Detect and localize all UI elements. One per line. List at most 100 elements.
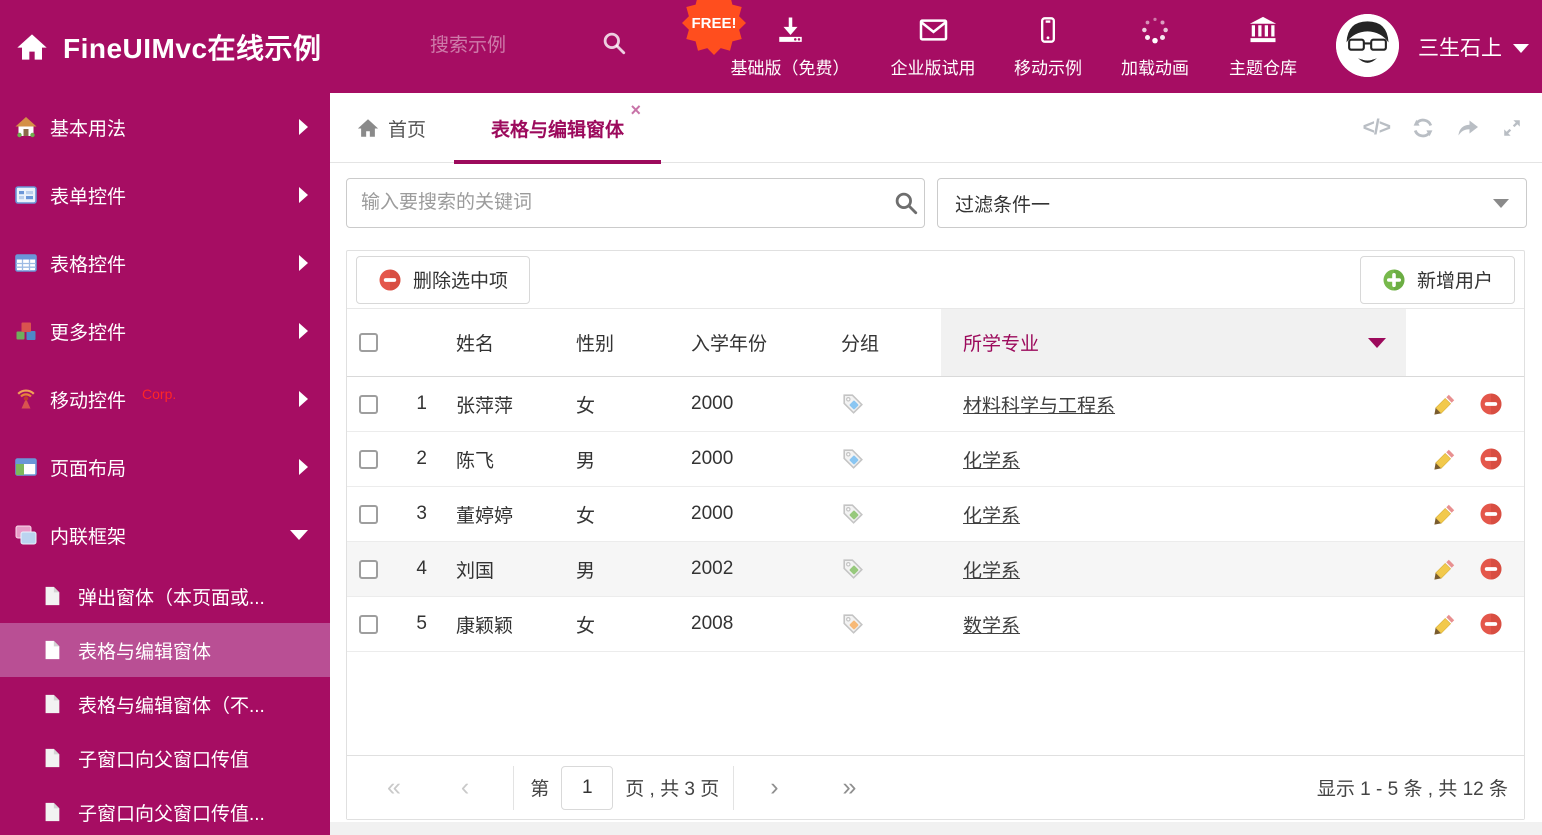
delete-row-icon[interactable] — [1479, 447, 1503, 471]
search-icon[interactable] — [601, 30, 627, 56]
sidebar-subitem-child-to-parent-2[interactable]: 子窗口向父窗口传值... — [0, 785, 330, 835]
row-checkbox[interactable] — [359, 504, 378, 524]
nav-loading-animation[interactable]: 加载动画 — [1121, 15, 1189, 79]
row-index: 5 — [416, 613, 427, 634]
delete-selected-label: 删除选中项 — [413, 271, 509, 292]
record-summary: 显示 1 - 5 条 , 共 12 条 — [1316, 779, 1508, 800]
sidebar-subitem-label: 子窗口向父窗口传值... — [78, 803, 265, 825]
page-number-input[interactable] — [561, 765, 614, 810]
major-link[interactable]: 材料科学与工程系 — [963, 396, 1115, 417]
edit-pencil-icon[interactable] — [1433, 502, 1457, 526]
header-cell-index — [391, 309, 444, 376]
sidebar-item-mobile-controls[interactable]: 移动控件 Corp. — [0, 365, 330, 433]
brand[interactable]: FineUIMvc在线示例 — [16, 0, 322, 93]
chevron-right-icon — [299, 391, 308, 407]
tab-bar: 首页 表格与编辑窗体 × </> — [330, 93, 1542, 164]
envelope-icon — [917, 15, 949, 45]
cell-year: 2000 — [691, 448, 734, 469]
view-source-icon[interactable]: </> — [1363, 116, 1391, 140]
header-cell-group[interactable]: 分组 — [811, 309, 941, 376]
next-page-button[interactable]: › — [770, 775, 778, 800]
edit-pencil-icon[interactable] — [1433, 447, 1457, 471]
add-user-label: 新增用户 — [1416, 271, 1493, 292]
sidebar-item-label: 表格控件 — [50, 254, 127, 276]
last-page-button[interactable]: » — [843, 775, 857, 800]
nav-mobile-demo[interactable]: 移动示例 — [1014, 15, 1082, 79]
file-icon — [41, 801, 63, 823]
delete-row-icon[interactable] — [1479, 557, 1503, 581]
keyword-search-input[interactable] — [346, 178, 925, 228]
header-cell-gender[interactable]: 性别 — [566, 309, 666, 376]
delete-row-icon[interactable] — [1479, 392, 1503, 416]
chevron-right-icon — [299, 119, 308, 135]
edit-pencil-icon[interactable] — [1433, 612, 1457, 636]
select-all-checkbox[interactable] — [359, 333, 378, 352]
tag-icon — [841, 392, 865, 416]
sidebar-item-form-controls[interactable]: 表单控件 — [0, 161, 330, 229]
share-icon[interactable] — [1456, 116, 1480, 140]
first-page-button[interactable]: « — [387, 775, 401, 800]
add-user-button[interactable]: 新增用户 — [1359, 255, 1515, 304]
free-badge: FREE! — [681, 0, 747, 55]
sidebar-subitem-child-to-parent[interactable]: 子窗口向父窗口传值 — [0, 731, 330, 785]
major-link[interactable]: 化学系 — [963, 451, 1020, 472]
sidebar-subitem-label: 表格与编辑窗体（不... — [78, 695, 265, 717]
sidebar-subitem-popup-window[interactable]: 弹出窗体（本页面或... — [0, 569, 330, 623]
edit-pencil-icon[interactable] — [1433, 557, 1457, 581]
table-row: 2 陈飞 男 2000 化学系 — [347, 432, 1524, 487]
major-link[interactable]: 数学系 — [963, 616, 1020, 637]
row-index: 2 — [416, 448, 427, 469]
row-index: 4 — [416, 558, 427, 579]
row-checkbox[interactable] — [359, 614, 378, 634]
prev-page-button[interactable]: ‹ — [461, 775, 469, 800]
sidebar-item-iframe[interactable]: 内联框架 — [0, 501, 330, 569]
cell-gender: 女 — [576, 395, 596, 417]
nav-theme-repository[interactable]: 主题仓库 — [1229, 15, 1297, 79]
sidebar-item-page-layout[interactable]: 页面布局 — [0, 433, 330, 501]
tab-home[interactable]: 首页 — [357, 93, 426, 163]
sidebar-item-label: 内联框架 — [50, 526, 127, 548]
major-link[interactable]: 化学系 — [963, 561, 1020, 582]
header-cell-actions — [1406, 309, 1524, 376]
cell-year: 2000 — [691, 503, 734, 524]
row-checkbox[interactable] — [359, 559, 378, 579]
header-cell-major[interactable]: 所学专业 — [941, 309, 1406, 376]
user-avatar[interactable] — [1336, 14, 1399, 77]
close-icon[interactable]: × — [630, 101, 641, 119]
sidebar-item-more-controls[interactable]: 更多控件 — [0, 297, 330, 365]
table-row: 3 董婷婷 女 2000 化学系 — [347, 487, 1524, 542]
delete-row-icon[interactable] — [1479, 502, 1503, 526]
divider — [513, 765, 515, 810]
edit-pencil-icon[interactable] — [1433, 392, 1457, 416]
delete-selected-button[interactable]: 删除选中项 — [356, 255, 531, 304]
tab-toolbar: </> — [1363, 116, 1523, 140]
sidebar-item-basic-usage[interactable]: 基本用法 — [0, 93, 330, 161]
delete-row-icon[interactable] — [1479, 612, 1503, 636]
header-cell-name[interactable]: 姓名 — [444, 309, 566, 376]
search-icon[interactable] — [893, 190, 919, 216]
nav-enterprise-trial[interactable]: 企业版试用 — [891, 15, 976, 79]
tag-icon — [841, 502, 865, 526]
layout-icon — [14, 455, 38, 479]
header-search-input[interactable] — [430, 29, 590, 63]
nav-basic-edition[interactable]: 基础版（免费） — [731, 15, 850, 79]
refresh-icon[interactable] — [1411, 116, 1435, 140]
chevron-right-icon — [299, 187, 308, 203]
user-menu[interactable]: 三生石上 — [1418, 0, 1529, 93]
row-index: 1 — [416, 393, 427, 414]
sidebar-subitem-grid-edit-window[interactable]: 表格与编辑窗体 — [0, 623, 330, 677]
sidebar-item-grid-controls[interactable]: 表格控件 — [0, 229, 330, 297]
chevron-right-icon — [299, 459, 308, 475]
major-link[interactable]: 化学系 — [963, 506, 1020, 527]
spinner-icon — [1140, 15, 1170, 45]
filter-select[interactable]: 过滤条件一 — [937, 178, 1527, 228]
row-checkbox[interactable] — [359, 394, 378, 414]
form-icon — [14, 183, 38, 207]
file-icon — [41, 585, 63, 607]
header-cell-year[interactable]: 入学年份 — [666, 309, 811, 376]
row-checkbox[interactable] — [359, 449, 378, 469]
page-label-suffix: 页 , 共 3 页 — [625, 779, 720, 800]
tab-grid-edit-window[interactable]: 表格与编辑窗体 × — [454, 93, 661, 164]
expand-icon[interactable] — [1501, 117, 1523, 139]
sidebar-subitem-grid-edit-window-2[interactable]: 表格与编辑窗体（不... — [0, 677, 330, 731]
